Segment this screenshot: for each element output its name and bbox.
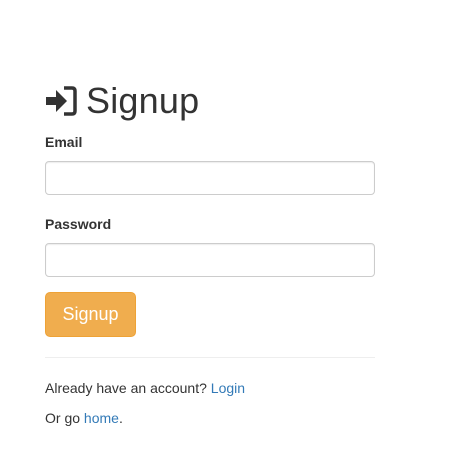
login-link[interactable]: Login [211, 380, 245, 396]
home-prompt: Or go home. [45, 408, 375, 428]
home-link[interactable]: home [84, 410, 119, 426]
sign-in-icon [45, 85, 77, 117]
login-prompt-text: Already have an account? [45, 380, 207, 396]
password-label: Password [45, 216, 112, 232]
home-prompt-period: . [118, 410, 123, 426]
email-label: Email [45, 134, 83, 150]
page-title: Signup [45, 78, 375, 124]
divider [45, 357, 375, 358]
page-title-text: Signup [86, 80, 200, 121]
login-prompt: Already have an account? Login [45, 378, 375, 398]
signup-panel: Signup Email Password Signup Already hav… [45, 78, 375, 428]
email-field[interactable] [45, 161, 375, 195]
password-field[interactable] [45, 243, 375, 277]
home-prompt-text: Or go [45, 410, 81, 426]
signup-button[interactable]: Signup [45, 292, 136, 337]
